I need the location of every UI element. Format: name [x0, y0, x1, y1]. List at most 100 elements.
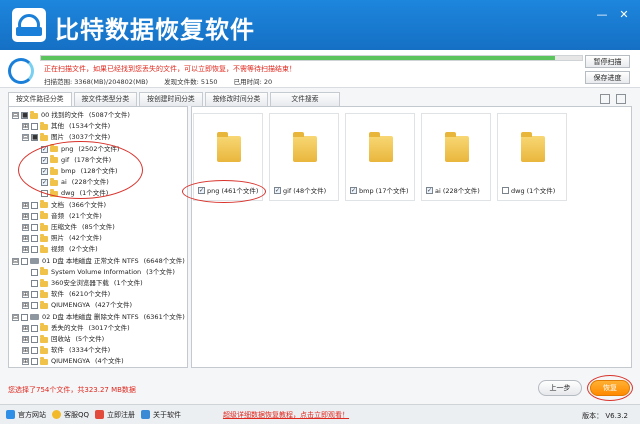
- tree-row-label: 00 找到的文件: [41, 111, 84, 119]
- tree-row[interactable]: ⊞ 丢失的文件 (3017个文件): [22, 323, 130, 333]
- tree-row[interactable]: ⊞ 音频 (21个文件): [22, 211, 102, 221]
- tree-checkbox[interactable]: [31, 291, 38, 299]
- folder-icon: [40, 300, 48, 309]
- tree-checkbox[interactable]: [31, 336, 38, 343]
- expand-toggle[interactable]: ⊟: [12, 257, 19, 265]
- tree-row[interactable]: ⊟ 01 D盘 本地磁盘 正常文件 NTFS (6648个文件): [12, 257, 185, 266]
- tree-checkbox[interactable]: [31, 246, 38, 254]
- register-link[interactable]: 立即注册: [95, 408, 135, 422]
- tree-row[interactable]: ⊟ 02 D盘 本地磁盘 删除文件 NTFS (6361个文件): [12, 313, 185, 322]
- tree-checkbox[interactable]: [31, 123, 38, 131]
- tree-row[interactable]: ⊟ ■ 00 找到的文件 (5087个文件): [12, 110, 130, 120]
- grid-view-icon[interactable]: [616, 94, 626, 104]
- tree-checkbox[interactable]: [31, 280, 38, 287]
- tree-row[interactable]: 360安全浏览器下载 (1个文件): [22, 278, 143, 288]
- expand-toggle[interactable]: ⊞: [22, 201, 29, 209]
- tree-row-label: 回收站: [51, 335, 71, 343]
- restore-button[interactable]: 恢复: [590, 380, 630, 396]
- tree-checkbox[interactable]: [31, 235, 38, 243]
- tree-row-count: (3个文件): [146, 267, 175, 276]
- app-window: 比特数据恢复软件 — ✕ 正在扫描文件，如果已经找到您丢失的文件，可以立即恢复，…: [0, 0, 640, 424]
- expand-toggle[interactable]: ⊞: [22, 212, 29, 220]
- file-type-cell[interactable]: ✓ gif (48个文件): [269, 113, 339, 201]
- folder-icon: [445, 132, 469, 162]
- scan-progress-fill: [41, 56, 555, 60]
- tree-row-label: 图片: [51, 133, 64, 142]
- tree-row-label: 其他: [51, 122, 64, 131]
- file-type-cell[interactable]: ✓ ai (228个文件): [421, 113, 491, 201]
- tree-checkbox[interactable]: [31, 268, 38, 276]
- folder-icon: [40, 121, 48, 130]
- expand-toggle[interactable]: ⊞: [22, 336, 29, 343]
- cell-label: ai (228个文件): [435, 187, 480, 195]
- tab-by-create-time[interactable]: 按创建时间分类: [139, 92, 203, 106]
- expand-toggle[interactable]: ⊟: [12, 112, 19, 119]
- expand-toggle[interactable]: ⊟: [22, 134, 29, 142]
- tree-row[interactable]: ⊞ 压缩文件 (85个文件): [22, 222, 115, 232]
- tree-checkbox[interactable]: [31, 358, 38, 366]
- tab-by-type[interactable]: 按文件类型分类: [73, 92, 138, 106]
- close-button[interactable]: ✕: [616, 6, 632, 22]
- tree-row[interactable]: ⊞ QIUMENGYA (427个文件): [22, 300, 132, 310]
- expand-toggle[interactable]: ⊞: [22, 324, 29, 332]
- expand-toggle[interactable]: ⊞: [22, 224, 29, 231]
- folder-icon: [40, 345, 48, 354]
- cell-checkbox[interactable]: [502, 186, 509, 194]
- cell-caption: ✓ bmp (17个文件): [350, 185, 409, 195]
- expand-toggle[interactable]: ⊟: [12, 313, 19, 321]
- about-link[interactable]: 关于软件: [141, 408, 181, 422]
- cell-checkbox[interactable]: ✓: [426, 186, 433, 194]
- tree-checkbox[interactable]: [31, 347, 38, 355]
- tree-checkbox[interactable]: [21, 313, 28, 321]
- tree-row[interactable]: ⊞ 视频 (2个文件): [22, 244, 98, 254]
- tree-checkbox[interactable]: [31, 201, 38, 209]
- tree-row[interactable]: ⊞ 文档 (366个文件): [22, 200, 106, 210]
- save-progress-button[interactable]: 保存进度: [585, 71, 630, 84]
- tab-file-search[interactable]: 文件搜索: [270, 92, 340, 106]
- cell-caption: dwg (1个文件): [502, 185, 555, 195]
- folder-icon: [40, 233, 48, 242]
- tree-checkbox[interactable]: [31, 302, 38, 310]
- file-type-cell[interactable]: ✓ bmp (17个文件): [345, 113, 415, 201]
- file-type-cell[interactable]: dwg (1个文件): [497, 113, 567, 201]
- expand-toggle[interactable]: ⊞: [22, 123, 29, 131]
- tree-checkbox[interactable]: [31, 324, 38, 332]
- tree-row[interactable]: ⊞ QIUMENGYA (4个文件): [22, 356, 124, 366]
- support-qq-link[interactable]: 客服QQ: [52, 408, 89, 422]
- previous-step-button[interactable]: 上一步: [538, 380, 582, 396]
- tree-checkbox[interactable]: ■: [21, 112, 28, 119]
- expand-toggle[interactable]: ⊞: [22, 302, 29, 310]
- tree-row[interactable]: System Volume Information (3个文件): [22, 267, 175, 277]
- scan-info: 扫描范围: 3368(MB)/204802(MB) 发现文件数: 5150 已用…: [44, 76, 286, 86]
- expand-toggle[interactable]: ⊞: [22, 235, 29, 243]
- tree-checkbox[interactable]: ■: [31, 134, 38, 142]
- tree-checkbox[interactable]: [21, 257, 28, 265]
- scan-range: 扫描范围: 3368(MB)/204802(MB): [44, 78, 149, 86]
- list-view-icon[interactable]: [600, 94, 610, 104]
- folder-icon: [217, 132, 241, 162]
- tree-row[interactable]: ⊞ 回收站 (5个文件): [22, 334, 104, 344]
- cell-checkbox[interactable]: ✓: [274, 186, 281, 194]
- tree-row[interactable]: ⊞ 其他 (1534个文件): [22, 121, 110, 131]
- tree-row[interactable]: ⊞ 软件 (6210个文件): [22, 289, 111, 299]
- expand-toggle[interactable]: ⊞: [22, 347, 29, 355]
- expand-toggle[interactable]: ⊞: [22, 358, 29, 366]
- tree-row-label: System Volume Information: [51, 267, 142, 276]
- expand-toggle[interactable]: ⊞: [22, 246, 29, 254]
- tab-by-path[interactable]: 按文件路径分类: [8, 92, 72, 107]
- tree-checkbox[interactable]: [31, 212, 38, 220]
- cell-checkbox[interactable]: ✓: [350, 186, 357, 194]
- tree-checkbox[interactable]: [31, 224, 38, 231]
- tree-row-count: (4个文件): [95, 357, 124, 366]
- tab-by-modify-time[interactable]: 按修改时间分类: [204, 92, 269, 106]
- official-site-link[interactable]: 官方网站: [6, 408, 46, 422]
- minimize-button[interactable]: —: [594, 6, 610, 22]
- found-count: 发现文件数: 5150: [164, 78, 218, 86]
- tree-row-count: (6210个文件): [69, 290, 111, 299]
- expand-toggle[interactable]: ⊞: [22, 291, 29, 299]
- tree-row[interactable]: ⊞ 软件 (3334个文件): [22, 345, 110, 355]
- tutorial-link[interactable]: 超级详细数据恢复教程，点击立即观看！: [223, 410, 349, 420]
- pause-scan-button[interactable]: 暂停扫描: [585, 55, 630, 68]
- tree-row[interactable]: ⊞ 照片 (42个文件): [22, 233, 102, 243]
- folder-icon: [40, 200, 48, 209]
